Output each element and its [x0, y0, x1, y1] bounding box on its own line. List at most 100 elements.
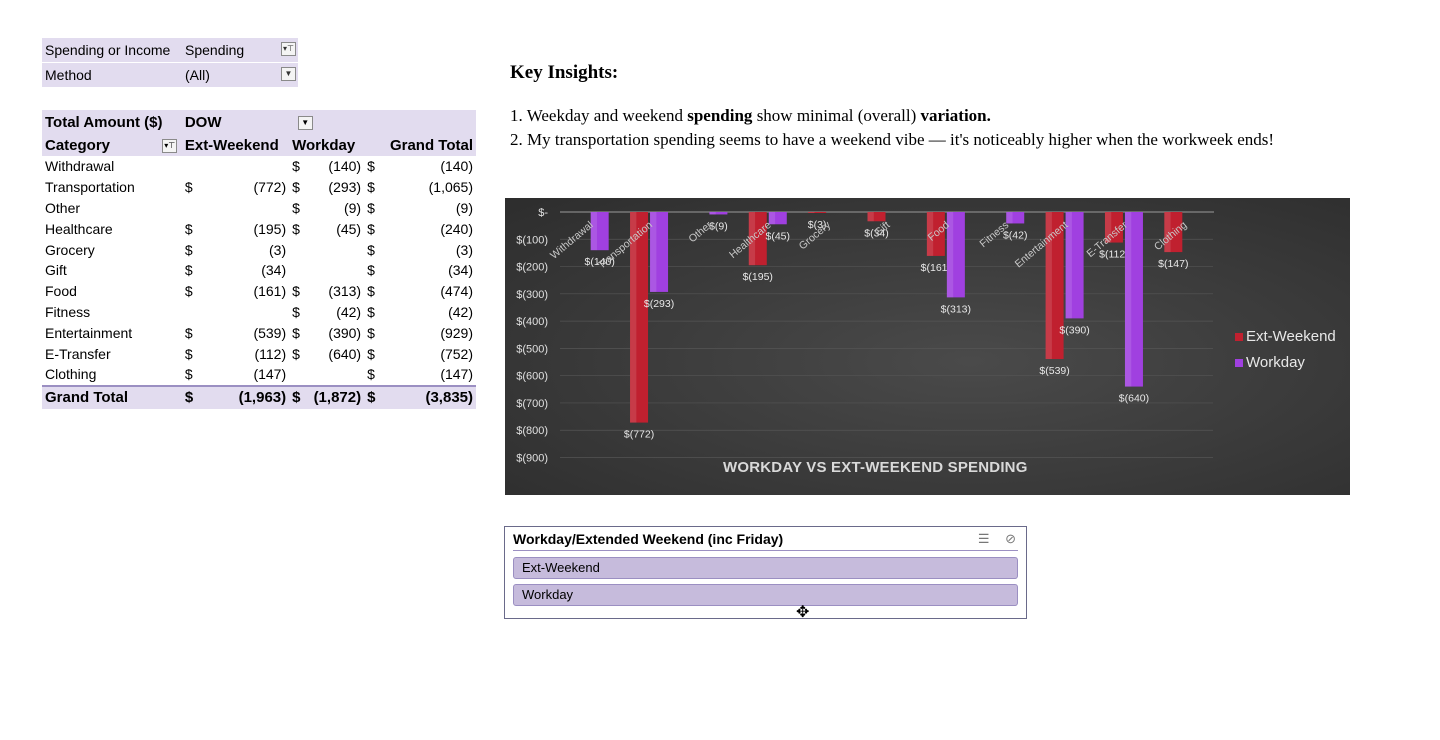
table-row: Fitness $ (42) $ (42) — [42, 302, 476, 323]
cell-currency — [182, 302, 210, 323]
table-row: Entertainment $ (539) $ (390) $ (929) — [42, 322, 476, 343]
pivot-columns-row: Category ▾⊤ Ext-Weekend Workday Grand To… — [42, 134, 476, 156]
cell-currency: $ — [184, 283, 193, 300]
table-row: Grocery $ (3) $ (3) — [42, 239, 476, 260]
y-tick-label: $(100) — [516, 234, 548, 246]
data-label: $(293) — [644, 298, 674, 310]
row-label: Food — [45, 283, 77, 300]
cell-currency — [289, 239, 310, 260]
data-label: $(147) — [1158, 258, 1188, 270]
cell-value: (3) — [455, 241, 473, 258]
cell-currency — [182, 156, 210, 177]
legend-label: Workday — [1246, 354, 1305, 371]
y-tick-label: $(300) — [516, 289, 548, 301]
cell-currency: $ — [184, 366, 193, 383]
legend-label: Ext-Weekend — [1246, 328, 1336, 345]
row-label: Transportation — [45, 179, 135, 196]
category-filter-icon[interactable]: ▾⊤ — [162, 138, 178, 153]
cell-value — [210, 302, 290, 323]
cell-value: (313) — [328, 283, 362, 300]
row-label: Healthcare — [45, 220, 113, 237]
cell-currency: $ — [292, 199, 300, 216]
cell-value: (34) — [261, 262, 287, 279]
cell-currency: $ — [292, 220, 300, 237]
cell-value: (42) — [448, 303, 473, 320]
y-tick-label: $(200) — [516, 262, 548, 274]
slicer-item-ext-weekend[interactable]: Ext-Weekend — [513, 557, 1018, 579]
bar-highlight — [768, 212, 776, 225]
cell-currency: $ — [184, 324, 193, 341]
cell-value: (929) — [440, 324, 473, 341]
filter-dropdown-icon[interactable]: ▼ — [281, 67, 296, 81]
data-label: $(772) — [624, 429, 654, 441]
row-label: Entertainment — [45, 324, 133, 341]
insight-bold: variation. — [920, 106, 991, 125]
legend-swatch — [1235, 359, 1243, 368]
cell-value: (45) — [336, 220, 362, 237]
insight-bold: spending — [687, 106, 753, 125]
cell-value: (147) — [253, 366, 287, 383]
data-label: $(390) — [1059, 324, 1089, 336]
dow-slicer[interactable]: Workday/Extended Weekend (inc Friday) ☰ … — [504, 526, 1027, 619]
cell-currency: $ — [292, 179, 300, 196]
row-label: Clothing — [45, 366, 97, 383]
chart-title: WORKDAY VS EXT-WEEKEND SPENDING — [723, 459, 1028, 476]
table-row: E-Transfer $ (112) $ (640) $ (752) — [42, 343, 476, 364]
cell-value: (140) — [328, 158, 362, 175]
pivot-corner: Total Amount ($) — [42, 110, 182, 134]
cell-value: (161) — [253, 283, 287, 300]
cell-value: (3,835) — [389, 384, 476, 409]
legend-item-ext-weekend: Ext-Weekend — [1235, 324, 1336, 350]
table-row: Other $ (9) $ (9) — [42, 198, 476, 219]
insight-2: 2. My transportation spending seems to h… — [510, 130, 1275, 149]
cell-value: (140) — [440, 158, 473, 175]
total-label: Grand Total — [42, 384, 182, 409]
move-cursor-icon: ✥ — [796, 604, 810, 621]
cell-currency: $ — [184, 345, 193, 362]
category-label: Category — [45, 136, 111, 154]
y-tick-label: $(600) — [516, 371, 548, 383]
legend-item-workday: Workday — [1235, 350, 1336, 376]
dow-dropdown-icon[interactable]: ▼ — [297, 115, 313, 130]
slicer-item-workday[interactable]: Workday — [513, 584, 1018, 606]
cell-value: (539) — [253, 324, 287, 341]
table-row: Food $ (161) $ (313) $ (474) — [42, 281, 476, 302]
data-label: $(112) — [1099, 249, 1129, 261]
y-tick-label: $(400) — [516, 316, 548, 328]
cell-currency: $ — [367, 324, 375, 341]
row-label: Gift — [45, 262, 67, 279]
cell-value: (9) — [343, 199, 362, 216]
cell-currency: $ — [367, 199, 375, 216]
clear-filter-icon[interactable]: ⊘ — [1005, 531, 1016, 546]
cell-value — [210, 156, 290, 177]
y-tick-label: $(700) — [516, 398, 548, 410]
row-label: Grocery — [45, 241, 95, 258]
cell-value: (1,963) — [209, 384, 290, 409]
chart-legend: Ext-Weekend Workday — [1235, 324, 1336, 376]
cell-currency: $ — [292, 345, 300, 362]
filter-value: (All) — [185, 67, 210, 83]
cell-currency: $ — [367, 366, 375, 383]
filter-label: Method — [45, 67, 92, 83]
pivot-grand-total-row: Grand Total $ (1,963) $ (1,872) $ (3,835… — [42, 384, 476, 409]
bar-highlight — [867, 212, 874, 222]
cell-currency: $ — [289, 384, 311, 409]
data-label: $(161) — [921, 262, 951, 274]
data-label: $(313) — [941, 303, 971, 315]
filter-dropdown-icon[interactable]: ▾⊤ — [281, 42, 296, 56]
cell-currency — [289, 260, 310, 281]
row-label: Fitness — [45, 303, 91, 320]
chart-plot: $- $(100) $(200) $(300) $(400) $(500) $(600) $(… — [516, 207, 1214, 465]
pivot-header-row: Total Amount ($) DOW ▼ — [42, 110, 476, 134]
cell-currency: $ — [367, 158, 375, 175]
cell-currency — [182, 198, 210, 219]
multi-select-icon[interactable]: ☰ — [978, 531, 990, 546]
cell-currency: $ — [367, 262, 375, 279]
cell-value: (474) — [440, 283, 473, 300]
cell-currency: $ — [367, 241, 375, 258]
cell-value: (293) — [328, 179, 362, 196]
row-label: E-Transfer — [45, 345, 111, 362]
filter-label: Spending or Income — [45, 42, 171, 58]
key-insights: Key Insights: 1. Weekday and weekend spe… — [510, 62, 1274, 154]
spending-chart[interactable]: $- $(100) $(200) $(300) $(400) $(500) $(600) $(… — [505, 198, 1350, 495]
